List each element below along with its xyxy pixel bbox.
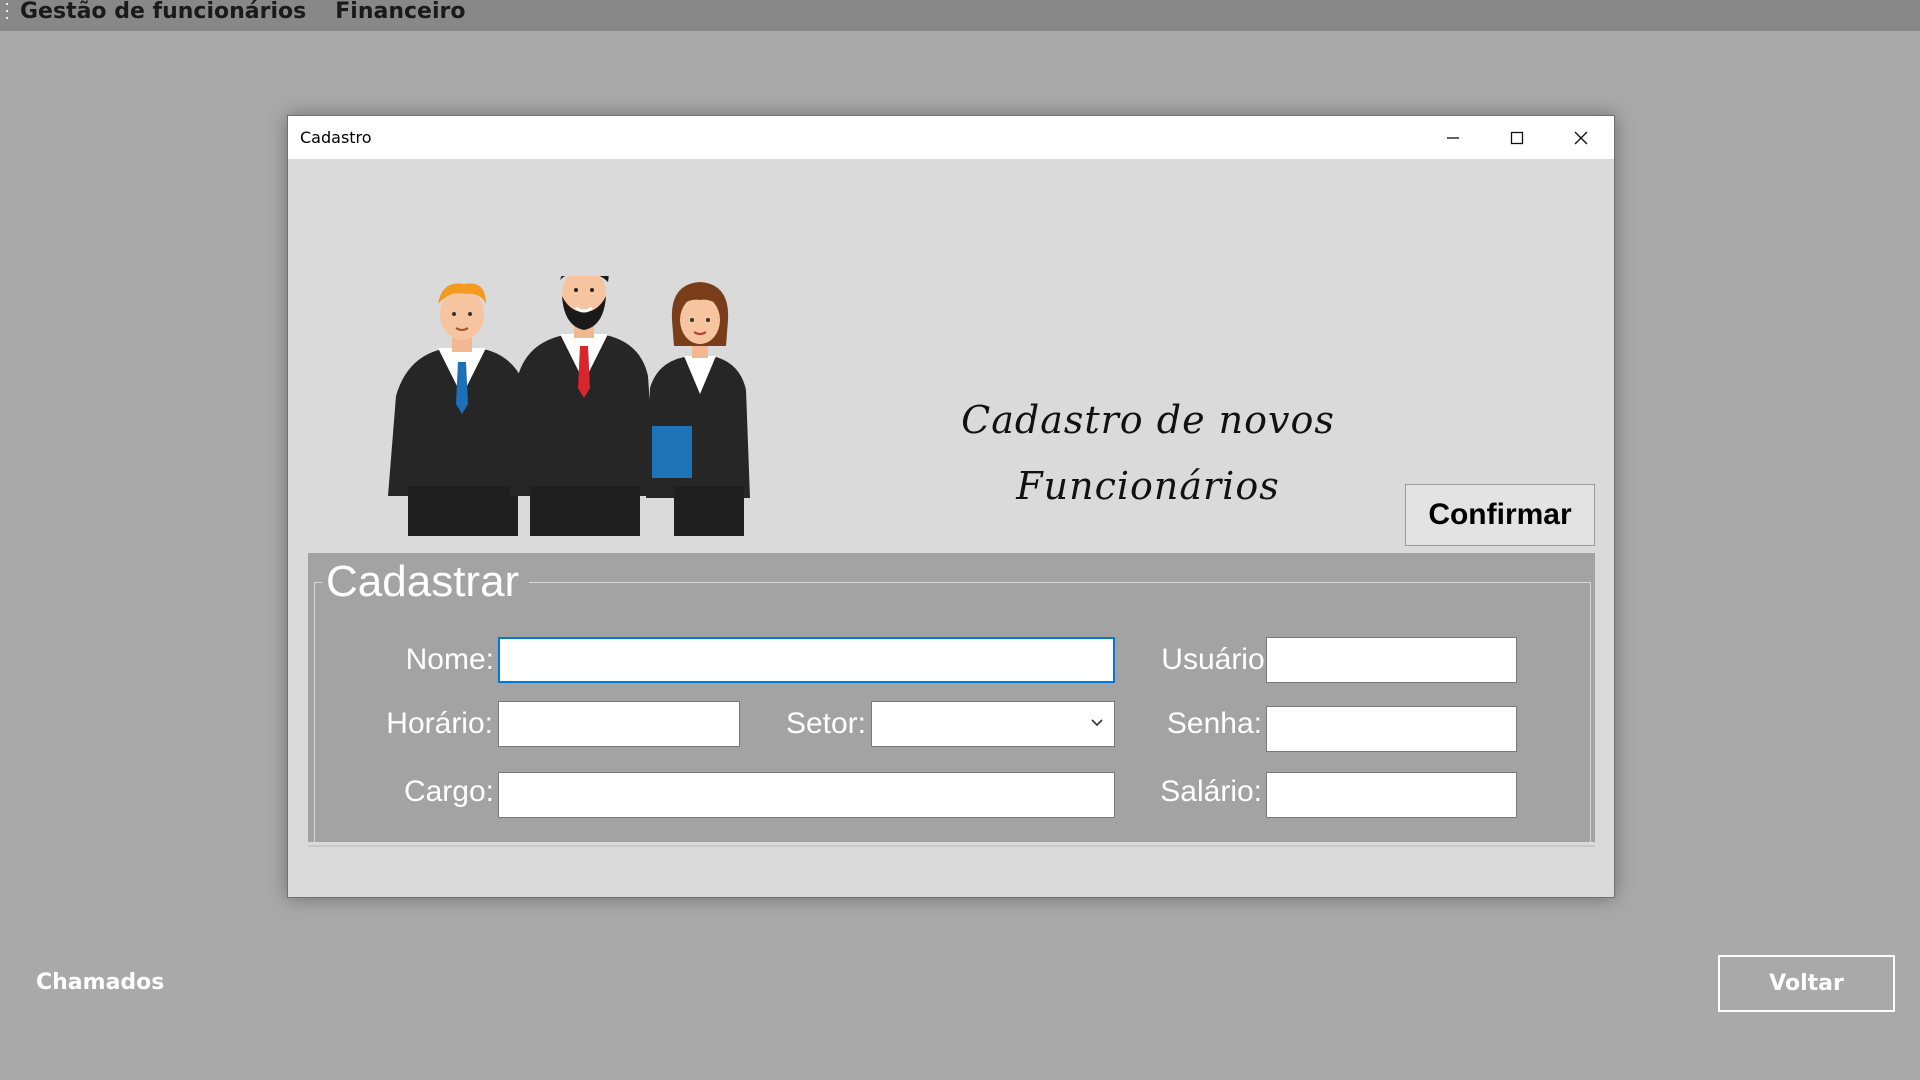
employee-figure-1 [388,283,536,536]
group-title: Cadastrar [322,556,530,608]
voltar-button[interactable]: Voltar [1718,955,1895,1012]
salario-label: Salário: [1160,775,1262,808]
employee-figure-2 [510,276,656,536]
nome-input[interactable] [498,637,1115,683]
menu-item-financeiro[interactable]: Financeiro [335,0,465,24]
cadastro-window: Cadastro Cadastro de novos Funcionários … [287,115,1615,898]
usuario-label: Usuário: [1161,643,1273,676]
setor-label: Setor: [785,707,866,740]
headline-line-2: Funcionários [1016,464,1280,508]
minimize-icon [1447,136,1459,139]
confirm-button[interactable]: Confirmar [1405,484,1595,546]
cargo-label: Cargo: [403,775,494,808]
headline-line-1: Cadastro de novos [961,398,1335,442]
employee-figure-3 [646,282,750,536]
senha-input[interactable] [1266,706,1517,752]
chevron-down-icon [1091,719,1103,727]
chamados-link[interactable]: Chamados [36,970,164,995]
salario-input[interactable] [1266,772,1517,818]
close-button[interactable] [1549,116,1613,159]
menu-bar: Gestão de funcionários Financeiro [0,0,1920,31]
grip-icon [6,2,10,19]
window-title: Cadastro [300,128,372,147]
headline: Cadastro de novos Funcionários [928,387,1368,519]
usuario-input[interactable] [1266,637,1517,683]
horario-input[interactable] [498,701,740,747]
horario-label: Horário: [386,707,493,740]
menu-item-gestao-funcionarios[interactable]: Gestão de funcionários [20,0,306,24]
maximize-button[interactable] [1485,116,1549,159]
senha-label: Senha: [1166,707,1262,740]
minimize-button[interactable] [1421,116,1485,159]
group-bottom-divider [308,845,1595,847]
window-titlebar[interactable]: Cadastro [288,116,1614,159]
cargo-input[interactable] [498,772,1115,818]
maximize-icon [1510,131,1524,144]
nome-label: Nome: [405,643,494,676]
setor-select[interactable] [871,701,1115,747]
close-icon [1574,131,1588,144]
employees-illustration [388,276,750,536]
